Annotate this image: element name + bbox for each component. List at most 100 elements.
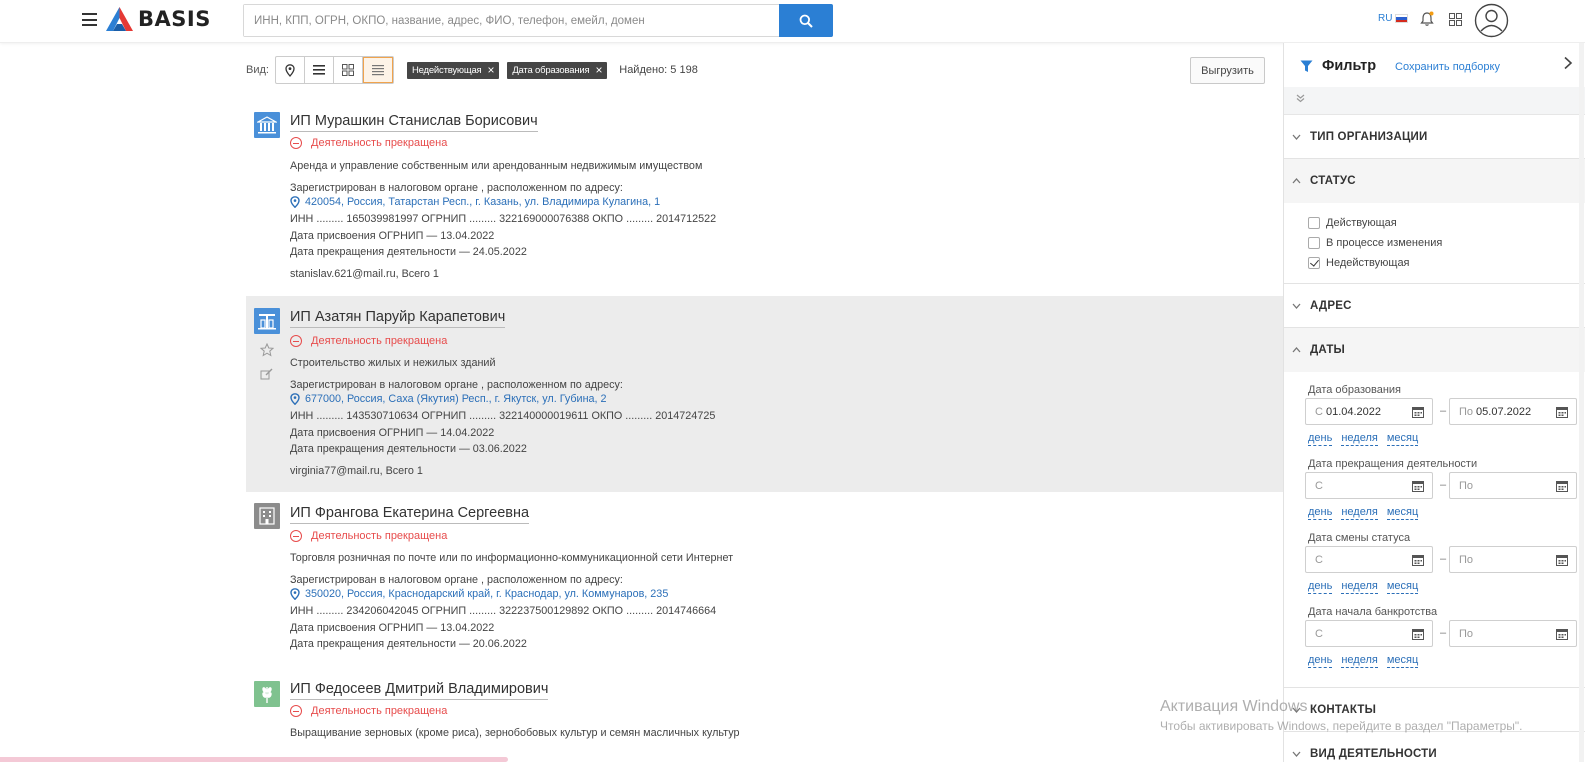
loading-progress-bar: [0, 757, 508, 762]
day-link[interactable]: день: [1308, 654, 1333, 668]
week-link[interactable]: неделя: [1341, 580, 1378, 594]
company-name-link[interactable]: ИП Азатян Паруйр Карапетович: [290, 308, 506, 328]
calendar-icon[interactable]: [1412, 480, 1424, 492]
date-from-input[interactable]: С: [1305, 546, 1433, 573]
quick-date-links: день неделя месяц: [1308, 506, 1427, 520]
logo[interactable]: BASIS: [106, 7, 211, 31]
list-view-button[interactable]: [305, 57, 334, 83]
section-header-status[interactable]: СТАТУС: [1284, 159, 1585, 203]
search-input[interactable]: [244, 5, 779, 36]
activity-text: Торговля розничная по почте или по инфор…: [290, 552, 734, 564]
section-activity-type: ВИД ДЕЯТЕЛЬНОСТИ: [1284, 732, 1585, 762]
date-value: 05.07.2022: [1476, 405, 1532, 418]
month-link[interactable]: месяц: [1386, 506, 1419, 520]
address-link[interactable]: 677000, Россия, Саха (Якутия) Респ., г. …: [290, 393, 607, 405]
export-button[interactable]: Выгрузить: [1190, 57, 1265, 84]
company-name-link[interactable]: ИП Мурашкин Станислав Борисович: [290, 112, 538, 132]
search-box: [243, 4, 833, 37]
section-header-org-type[interactable]: ТИП ОРГАНИЗАЦИИ: [1284, 115, 1585, 159]
detailed-view-button[interactable]: [362, 57, 393, 83]
search-button[interactable]: [779, 4, 833, 37]
chevron-up-icon: [1292, 347, 1301, 353]
filter-title-text: Фильтр: [1322, 58, 1377, 74]
date-to-input[interactable]: По: [1449, 546, 1577, 573]
calendar-icon[interactable]: [1556, 554, 1568, 566]
filter-chip-inactive[interactable]: Недействующая ×: [406, 61, 500, 79]
calendar-icon[interactable]: [1412, 406, 1424, 418]
week-link[interactable]: неделя: [1341, 654, 1378, 668]
activity-text: Строительство жилых и нежилых зданий: [290, 357, 496, 369]
section-header-activity-type[interactable]: ВИД ДЕЯТЕЛЬНОСТИ: [1284, 732, 1585, 762]
results-list: ИП Мурашкин Станислав Борисович Деятельн…: [246, 100, 1283, 750]
address-link[interactable]: 350020, Россия, Краснодарский край, г. К…: [290, 588, 668, 600]
windows-activation-subtitle: Чтобы активировать Windows, перейдите в …: [1160, 719, 1523, 733]
date-to-input[interactable]: По 05.07.2022: [1449, 398, 1577, 425]
filter-title: Фильтр: [1300, 58, 1376, 74]
star-icon[interactable]: [259, 342, 275, 362]
calendar-icon[interactable]: [1556, 628, 1568, 640]
user-avatar-icon[interactable]: [1474, 3, 1509, 43]
status-option-active[interactable]: Действующая: [1308, 217, 1397, 229]
menu-icon[interactable]: [82, 13, 97, 26]
map-view-button[interactable]: [276, 57, 305, 83]
status-option-inactive[interactable]: Недействующая: [1308, 257, 1410, 269]
calendar-icon[interactable]: [1556, 406, 1568, 418]
checkbox[interactable]: [1308, 237, 1320, 249]
day-link[interactable]: день: [1308, 432, 1333, 446]
chevron-up-icon: [1292, 178, 1301, 184]
company-name-link[interactable]: ИП Франгова Екатерина Сергеевна: [290, 504, 530, 524]
result-card: ИП Мурашкин Станислав Борисович Деятельн…: [246, 100, 1283, 296]
calendar-icon[interactable]: [1412, 628, 1424, 640]
day-link[interactable]: день: [1308, 580, 1333, 594]
day-link[interactable]: день: [1308, 506, 1333, 520]
date-from-input[interactable]: С 01.04.2022: [1305, 398, 1433, 425]
section-title: СТАТУС: [1310, 175, 1356, 187]
language-code: RU: [1378, 13, 1393, 24]
company-name-link[interactable]: ИП Федосеев Дмитрий Владимирович: [290, 680, 549, 700]
to-prefix: По: [1459, 553, 1474, 566]
checkbox[interactable]: [1308, 217, 1320, 229]
double-chevron-down-icon: [1296, 94, 1305, 103]
close-icon[interactable]: ×: [595, 64, 602, 76]
notification-bell-icon[interactable]: [1420, 11, 1434, 32]
section-header-dates[interactable]: ДАТЫ: [1284, 328, 1585, 372]
week-link[interactable]: неделя: [1341, 506, 1378, 520]
month-link[interactable]: месяц: [1386, 654, 1419, 668]
date-from-input[interactable]: С: [1305, 472, 1433, 499]
apps-grid-icon[interactable]: [1449, 13, 1462, 31]
calendar-icon[interactable]: [1412, 554, 1424, 566]
save-selection-link[interactable]: Сохранить подборку: [1395, 61, 1500, 73]
month-link[interactable]: месяц: [1386, 432, 1419, 446]
month-link[interactable]: месяц: [1386, 580, 1419, 594]
date-from-input[interactable]: С: [1305, 620, 1433, 647]
date-group-label: Дата смены статуса: [1308, 532, 1411, 544]
ogrnip-date-text: Дата присвоения ОГРНИП — 13.04.2022: [290, 622, 495, 634]
date-to-input[interactable]: По: [1449, 472, 1577, 499]
language-switch[interactable]: RU: [1378, 13, 1409, 24]
edit-icon[interactable]: [260, 367, 274, 386]
panel-scrollbar[interactable]: [1579, 43, 1584, 762]
section-title: ВИД ДЕЯТЕЛЬНОСТИ: [1310, 748, 1437, 760]
from-prefix: С: [1315, 627, 1323, 640]
option-label: Недействующая: [1326, 257, 1410, 269]
filter-chip-founding-date[interactable]: Дата образования ×: [507, 61, 608, 79]
calendar-icon[interactable]: [1556, 480, 1568, 492]
address-link[interactable]: 420054, Россия, Татарстан Респ., г. Каза…: [290, 196, 660, 208]
section-header-address[interactable]: АДРЕС: [1284, 284, 1585, 328]
from-prefix: С: [1315, 553, 1323, 566]
week-link[interactable]: неделя: [1341, 432, 1378, 446]
end-date-text: Дата прекращения деятельности — 20.06.20…: [290, 638, 527, 650]
section-title: ТИП ОРГАНИЗАЦИИ: [1310, 131, 1428, 143]
checkbox-checked[interactable]: [1308, 257, 1320, 269]
detailed-list-icon: [371, 64, 384, 75]
contact-text: virginia77@mail.ru, Всего 1: [290, 465, 423, 477]
chevron-down-icon: [1292, 303, 1301, 309]
collapse-panel-icon[interactable]: [1563, 56, 1573, 75]
status-option-changing[interactable]: В процессе изменения: [1308, 237, 1442, 249]
to-prefix: По: [1459, 627, 1474, 640]
close-icon[interactable]: ×: [488, 64, 495, 76]
date-to-input[interactable]: По: [1449, 620, 1577, 647]
tile-view-button[interactable]: [334, 57, 363, 83]
status-badge: Деятельность прекращена: [290, 335, 447, 347]
expand-all-bar[interactable]: [1284, 87, 1585, 115]
